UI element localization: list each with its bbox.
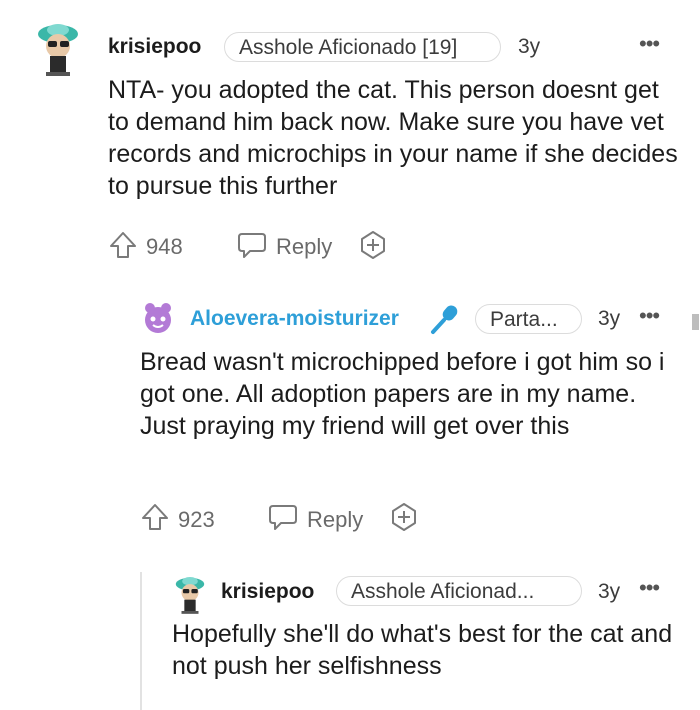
comment-body: Bread wasn't microchipped before i got h…: [140, 348, 665, 440]
timestamp: 3y: [518, 35, 541, 58]
scrollbar-thumb[interactable]: [692, 314, 699, 330]
comment-body: Hopefully she'll do what's best for the …: [172, 620, 673, 680]
avatar[interactable]: [34, 18, 82, 78]
more-options-icon[interactable]: •••: [639, 305, 660, 327]
comment-3: krisiepoo Asshole Aficionad... 3y ••• Ho…: [0, 560, 700, 710]
user-flair: Asshole Aficionado [19]: [224, 32, 501, 62]
comment-1: krisiepoo Asshole Aficionado [19] 3y •••…: [0, 0, 700, 280]
microphone-icon: [428, 302, 462, 336]
reply-icon[interactable]: [267, 502, 299, 532]
username[interactable]: krisiepoo: [221, 580, 314, 604]
more-options-icon[interactable]: •••: [639, 577, 660, 599]
award-icon[interactable]: [358, 230, 388, 260]
reply-icon[interactable]: [236, 230, 268, 260]
timestamp: 3y: [598, 580, 621, 603]
vote-count: 948: [146, 234, 183, 259]
timestamp: 3y: [598, 307, 621, 330]
reply-button[interactable]: Reply: [307, 507, 363, 533]
reply-button[interactable]: Reply: [276, 234, 332, 260]
award-icon[interactable]: [389, 502, 419, 532]
more-options-icon[interactable]: •••: [639, 33, 660, 55]
upvote-icon[interactable]: [108, 230, 138, 260]
avatar[interactable]: [173, 572, 207, 616]
avatar[interactable]: [140, 300, 176, 336]
comment-body: NTA- you adopted the cat. This person do…: [108, 76, 678, 200]
user-flair: Asshole Aficionad...: [336, 576, 582, 606]
comment-2: Aloevera-moisturizer Parta... 3y ••• Bre…: [0, 280, 700, 550]
upvote-icon[interactable]: [140, 502, 170, 532]
username[interactable]: krisiepoo: [108, 35, 201, 59]
username[interactable]: Aloevera-moisturizer: [190, 307, 399, 331]
vote-count: 923: [178, 507, 215, 532]
user-flair: Parta...: [475, 304, 582, 334]
